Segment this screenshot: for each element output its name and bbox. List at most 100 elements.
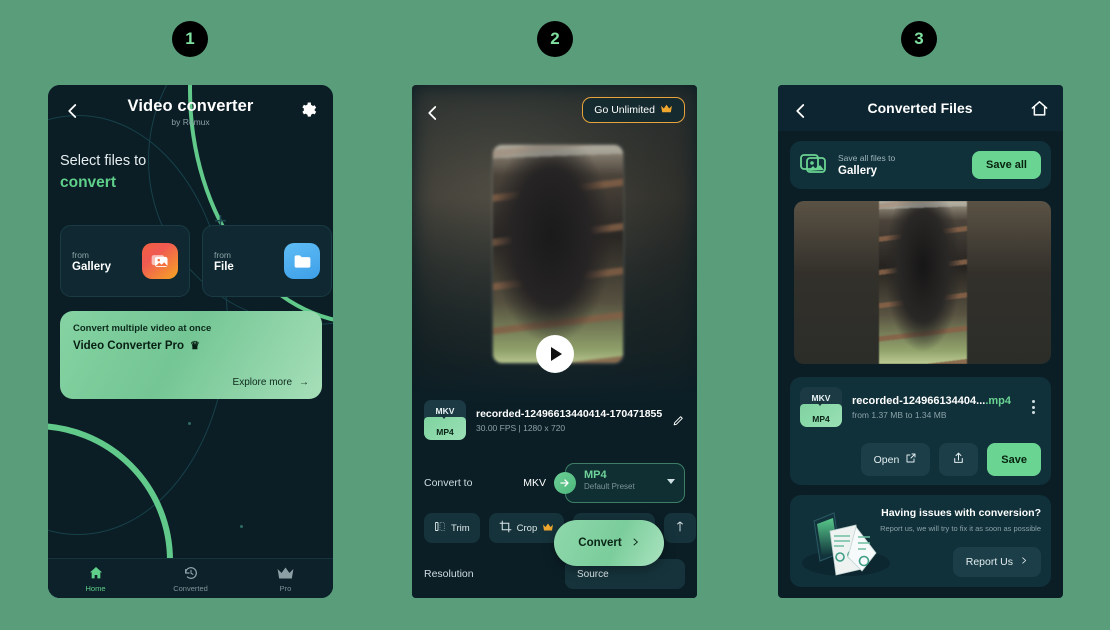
target-preset-value: Default Preset	[584, 482, 635, 491]
converted-file-actions: Open Save	[800, 443, 1041, 476]
report-us-label: Report Us	[965, 556, 1013, 568]
tab-pro[interactable]: Pro	[238, 565, 333, 593]
screen3-header: Converted Files	[778, 85, 1063, 131]
source-card-text: from Gallery	[72, 250, 142, 273]
chevron-left-icon[interactable]	[792, 102, 810, 120]
chevron-right-icon	[1020, 554, 1028, 570]
page-title: Converted Files	[867, 100, 973, 116]
bottom-tab-bar: Home Converted Pro	[48, 558, 333, 598]
external-link-icon	[905, 452, 917, 467]
home-icon	[48, 565, 143, 582]
screen2-header: Go Unlimited	[412, 97, 697, 123]
gear-icon[interactable]	[299, 101, 317, 119]
source-card-text: from File	[214, 250, 284, 273]
crown-icon: ♛	[190, 340, 200, 352]
save-button[interactable]: Save	[987, 443, 1041, 476]
step-badge-2: 2	[537, 21, 573, 57]
phone-screen-1: Video converter by Remux + Select files …	[48, 85, 333, 598]
folder-icon	[284, 243, 320, 279]
step-number: 2	[550, 29, 560, 48]
play-triangle	[551, 347, 562, 361]
converted-file-row: MKV MP4 recorded-124966134404....mp4 fro…	[800, 387, 1041, 427]
promo-title-row: Video Converter Pro ♛	[73, 339, 309, 353]
file-name: recorded-12496613440414-1704718550	[476, 407, 662, 420]
report-us-button[interactable]: Report Us	[952, 547, 1041, 577]
crown-icon	[542, 522, 554, 535]
tab-label: Converted	[173, 583, 208, 593]
chevron-left-icon[interactable]	[424, 104, 442, 122]
save-all-destination: Gallery	[838, 165, 877, 177]
format-conversion-chip: MKV MP4	[424, 400, 466, 440]
source-name-label: File	[214, 260, 234, 273]
save-all-text: Save all files to Gallery	[838, 153, 962, 177]
tab-converted[interactable]: Converted	[143, 565, 238, 593]
go-unlimited-button[interactable]: Go Unlimited	[582, 97, 685, 123]
source-from-label: from	[214, 249, 231, 260]
converted-file-card: MKV MP4 recorded-124966134404....mp4 fro…	[790, 377, 1051, 485]
video-thumbnail[interactable]	[493, 145, 623, 363]
tool-label: Crop	[516, 522, 538, 534]
flip-icon	[674, 520, 686, 536]
page-title: Video converter	[127, 97, 254, 115]
source-name-label: Gallery	[72, 260, 111, 273]
support-card: Having issues with conversion? Report us…	[790, 495, 1051, 587]
gallery-icon	[800, 151, 828, 180]
target-format-select[interactable]: MP4 Default Preset	[565, 463, 685, 503]
heading-line-1: Select files to	[60, 153, 147, 169]
chevron-down-icon	[667, 479, 675, 484]
crop-icon	[499, 520, 512, 536]
tool-button-trim[interactable]: Trim	[424, 513, 480, 543]
source-card-file[interactable]: from File	[202, 225, 332, 297]
phone-screen-3: Converted Files Save all files to Galler…	[778, 85, 1063, 598]
phone-screen-2: Go Unlimited MKV MP4 recorded-1249661344…	[412, 85, 697, 598]
screen1-header: Video converter by Remux	[48, 85, 333, 137]
share-button[interactable]	[939, 443, 979, 476]
tool-button-overflow[interactable]	[664, 513, 697, 543]
arrow-right-icon: →	[299, 377, 309, 388]
trim-icon	[434, 520, 446, 536]
explore-more-label: Explore more	[232, 377, 292, 388]
source-cards: from Gallery from File	[60, 225, 332, 297]
step-number: 3	[914, 29, 924, 48]
tool-label: Trim	[451, 522, 470, 534]
screenshot-stage: 1 2 3 Video converter by Remux + Select …	[0, 0, 1110, 630]
kebab-menu-icon[interactable]	[1025, 400, 1041, 414]
converted-video-preview[interactable]	[794, 201, 1051, 364]
history-icon	[143, 565, 238, 582]
decorative-dot	[188, 422, 191, 425]
tab-home[interactable]: Home	[48, 565, 143, 593]
target-format-label: MP4	[424, 417, 466, 440]
resolution-label: Resolution	[424, 568, 474, 580]
heading-line-2: convert	[60, 174, 116, 191]
play-icon[interactable]	[536, 335, 574, 373]
promo-card-video-converter-pro[interactable]: Convert multiple video at once Video Con…	[60, 311, 322, 399]
source-card-gallery[interactable]: from Gallery	[60, 225, 190, 297]
chevron-left-icon[interactable]	[64, 102, 82, 120]
convert-to-label: Convert to	[424, 477, 473, 489]
save-all-button[interactable]: Save all	[972, 151, 1041, 179]
resolution-value: Source	[577, 568, 609, 580]
pencil-icon[interactable]	[672, 414, 685, 427]
step-number: 1	[185, 29, 195, 48]
support-title: Having issues with conversion?	[881, 507, 1041, 519]
preview-video-frame	[879, 201, 967, 364]
tool-button-crop[interactable]: Crop	[488, 513, 565, 543]
file-size-info: from 1.37 MB to 1.34 MB	[852, 409, 947, 420]
open-label: Open	[873, 453, 900, 466]
gallery-icon	[142, 243, 178, 279]
chevron-right-icon	[631, 535, 640, 552]
screen1-heading: Select files to convert	[60, 151, 146, 193]
support-body: Report us, we will try to fix it as soon…	[880, 524, 1041, 533]
tab-label: Home	[85, 583, 106, 593]
home-icon[interactable]	[1030, 99, 1049, 118]
promo-title: Video Converter Pro	[73, 339, 184, 352]
converted-file-meta: recorded-124966134404....mp4 from 1.37 M…	[852, 395, 1015, 420]
convert-to-row: Convert to MKV MP4 Default Preset	[424, 463, 685, 503]
file-properties: 30.00 FPS | 1280 x 720	[476, 422, 566, 433]
file-meta: recorded-12496613440414-1704718550 30.00…	[476, 408, 662, 433]
explore-more-button[interactable]: Explore more →	[233, 377, 309, 388]
arrow-down-icon	[816, 401, 824, 406]
open-button[interactable]: Open	[860, 443, 931, 476]
share-icon	[952, 451, 965, 468]
convert-button[interactable]: Convert	[554, 520, 664, 566]
